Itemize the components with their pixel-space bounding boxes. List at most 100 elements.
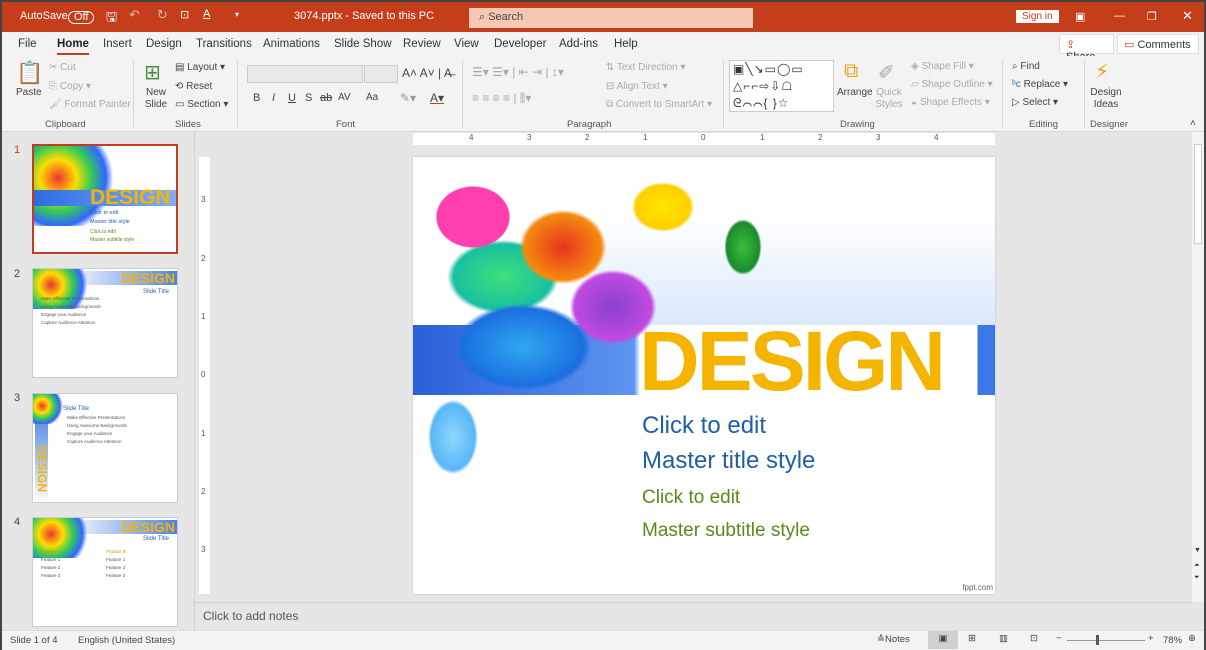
share-button[interactable]: ⇪ Share [1059,34,1114,63]
slide-subtitle-line-2[interactable]: Master subtitle style [642,520,810,542]
zoom-slider-thumb[interactable] [1096,635,1099,645]
scroll-down-icon[interactable]: ▼ [1194,547,1201,554]
scrollbar-thumb[interactable] [1194,144,1202,244]
ruler-tick: 2 [818,133,823,142]
shape-effects-button[interactable]: ◒ Shape Effects ▾ [911,97,990,108]
search-box[interactable]: ⌕ Search [469,8,753,28]
select-button[interactable]: ▷ Select ▾ [1012,97,1058,108]
slide-thumbnail-2[interactable]: DESIGN Slide Title Make Effective Presen… [32,268,178,378]
cut-button[interactable]: ✂ Cut [49,62,76,73]
tab-insert[interactable]: Insert [103,38,132,50]
present-icon[interactable]: ⊡ [180,8,189,21]
zoom-slider[interactable] [1067,640,1145,641]
minimize-icon[interactable]: — [1114,10,1125,22]
arrange-button[interactable]: Arrange [837,87,873,98]
convert-smartart-button[interactable]: ⧉ Convert to SmartArt ▾ [606,99,712,110]
new-slide-button[interactable]: New Slide [140,87,172,111]
slide-title-line-1[interactable]: Click to edit [642,412,766,440]
ribbon-display-icon[interactable]: ▣ [1075,10,1085,23]
replace-button[interactable]: ᵇc Replace ▾ [1012,79,1068,90]
tab-help[interactable]: Help [614,38,638,50]
shape-fill-button[interactable]: ◈ Shape Fill ▾ [911,61,974,72]
format-painter-button[interactable]: 🖌 Format Painter [49,99,131,110]
previous-slide-icon[interactable]: ⏶ [1194,562,1200,570]
notes-pane[interactable]: Click to add notes [195,602,1192,630]
reset-button[interactable]: ⟲ Reset [175,81,212,92]
shapes-gallery[interactable]: ▣╲↘▭◯▭ △⌐⌐⇨⇩☖ ᘓ⌒⌒{ }☆ [729,60,834,112]
comments-button[interactable]: ▭ Comments [1117,34,1199,54]
undo-icon[interactable]: ↶ [129,7,140,23]
zoom-in-button[interactable]: + [1148,633,1154,644]
tab-developer[interactable]: Developer [494,38,546,50]
notes-toggle[interactable]: ≙Notes [877,634,910,645]
slide-thumbnail-pane[interactable]: 1 DESIGN Click to edit Master title styl… [2,132,195,630]
alignment-buttons[interactable]: ≡ ≡ ≡ ≡ | ⫼▾ [472,91,531,106]
reset-label: Reset [186,81,213,92]
align-text-button[interactable]: ⊟ Align Text ▾ [606,81,668,92]
normal-view-icon[interactable]: ▣ [928,631,958,649]
underline-button[interactable]: U [288,92,296,104]
find-button[interactable]: ⌕ Find [1012,61,1040,72]
change-case-button[interactable]: Aa [366,92,378,103]
next-slide-icon[interactable]: ⏷ [1194,574,1200,582]
slide-show-icon[interactable]: ⊡ [1030,633,1038,644]
tab-file[interactable]: File [18,38,37,50]
font-color-button[interactable]: A▾ [430,91,444,105]
slide-thumbnail-4[interactable]: DESIGN Slide Title Product A Feature 1 Fea… [32,517,178,627]
tab-home[interactable]: Home [57,38,89,55]
font-color-icon[interactable]: A [203,8,210,20]
slide-design-word: DESIGN [639,314,946,408]
document-title[interactable]: 3074.pptx - Saved to this PC [294,10,434,22]
section-button[interactable]: ▭ Section ▾ [175,99,228,110]
character-spacing-button[interactable]: AV [338,92,351,103]
fit-to-window-icon[interactable]: ⊕ [1188,633,1196,644]
comment-icon: ▭ [1124,39,1138,51]
tab-view[interactable]: View [454,38,479,50]
slide-title-line-2[interactable]: Master title style [642,447,815,475]
font-size-dropdown[interactable] [364,65,398,83]
design-ideas-button[interactable]: Design Ideas [1090,87,1122,111]
vertical-scrollbar[interactable]: ▼ ⏶ ⏷ [1192,132,1204,602]
close-icon[interactable]: ✕ [1182,8,1193,24]
tab-add-ins[interactable]: Add-ins [559,38,598,50]
tab-transitions[interactable]: Transitions [196,38,252,50]
vertical-ruler[interactable]: 3 2 1 0 1 2 3 [199,157,210,594]
autosave-toggle[interactable]: Off [68,11,95,24]
list-buttons[interactable]: ☰▾ ☰▾ | ⇤ ⇥ | ↕▾ [472,65,564,79]
highlight-icon[interactable]: ✎▾ [400,91,416,105]
shadow-button[interactable]: S [305,92,312,104]
horizontal-ruler[interactable]: 4 3 2 1 0 1 2 3 4 [413,133,995,145]
tab-slide-show[interactable]: Slide Show [334,38,392,50]
tab-animations[interactable]: Animations [263,38,320,50]
zoom-level[interactable]: 78% [1163,635,1182,646]
slide-subtitle-line-1[interactable]: Click to edit [642,487,740,509]
customize-qat-icon[interactable]: ▾ [235,10,239,19]
bullet: Engage your Audience [41,312,87,317]
zoom-out-button[interactable]: − [1056,633,1062,644]
slide-canvas[interactable]: DESIGN Click to edit Master title style … [413,157,995,594]
copy-button[interactable]: ⎘ Copy ▾ [49,81,91,92]
reading-view-icon[interactable]: ▥ [999,633,1008,644]
italic-button[interactable]: I [272,92,275,104]
tab-design[interactable]: Design [146,38,182,50]
font-name-dropdown[interactable] [247,65,363,83]
slide-thumbnail-3[interactable]: DESIGN Slide Title Make Effective Presen… [32,393,178,503]
collapse-ribbon-icon[interactable]: ˄ [1190,118,1196,129]
shape-outline-button[interactable]: ▱ Shape Outline ▾ [911,79,993,90]
format-painter-label: Format Painter [64,99,131,110]
restore-icon[interactable]: ❐ [1147,10,1157,23]
bold-button[interactable]: B [253,92,260,104]
layout-button[interactable]: ▤ Layout ▾ [175,62,225,73]
text-direction-button[interactable]: ⇅ Text Direction ▾ [606,62,685,73]
strikethrough-button[interactable]: ab [320,92,332,104]
save-icon[interactable]: 🖫 [106,8,117,30]
slide-sorter-icon[interactable]: ⊞ [968,633,976,644]
redo-icon[interactable]: ↻ [157,7,168,23]
paste-button[interactable]: Paste [16,87,42,98]
quick-styles-button[interactable]: Quick Styles [873,87,905,111]
slide-thumbnail-1[interactable]: DESIGN Click to edit Master title style … [32,144,178,254]
language-indicator[interactable]: English (United States) [78,635,175,646]
font-size-buttons[interactable]: A˄ A˅ | A̶ [402,66,452,80]
tab-review[interactable]: Review [403,38,441,50]
sign-in-button[interactable]: Sign in [1016,10,1059,23]
